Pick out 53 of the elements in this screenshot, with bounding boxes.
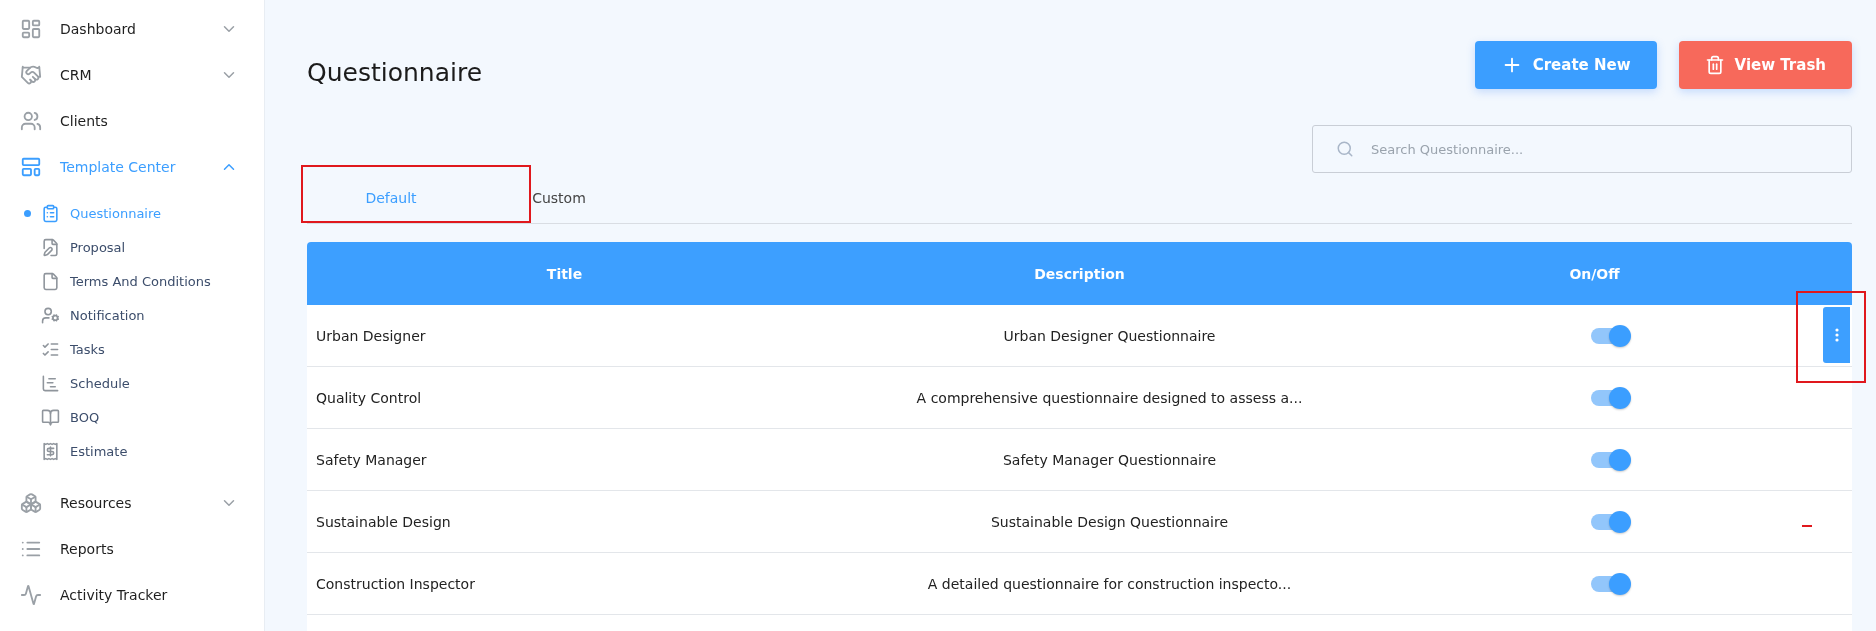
sidebar-item[interactable]: Clients bbox=[0, 98, 264, 144]
sidebar-subitem[interactable]: Estimate bbox=[0, 434, 264, 468]
table-cell-text: Safety Manager bbox=[315, 451, 428, 468]
toggle-thumb[interactable] bbox=[1608, 572, 1631, 595]
clipboard-icon bbox=[41, 203, 60, 223]
receipt-icon bbox=[41, 441, 60, 461]
search-field[interactable]: Search Questionnaire... bbox=[1312, 125, 1852, 173]
document-icon bbox=[41, 271, 60, 291]
toggle-thumb[interactable] bbox=[1608, 510, 1631, 533]
layout-icon bbox=[20, 156, 42, 178]
table-cell: A comprehensive questionnaire designed to assess a... bbox=[916, 389, 1303, 406]
gantt-icon bbox=[41, 373, 60, 393]
table-cell: Safety Manager Questionnaire bbox=[1002, 451, 1217, 468]
sidebar-item[interactable]: Dashboard bbox=[0, 6, 264, 52]
boxes-icon bbox=[20, 492, 42, 514]
sidebar-item[interactable]: Activity Tracker bbox=[0, 572, 264, 618]
dash-mark bbox=[1802, 525, 1812, 527]
handshake-icon bbox=[20, 64, 42, 86]
sidebar-item[interactable]: Resources bbox=[0, 480, 264, 526]
tab[interactable]: Custom bbox=[475, 175, 643, 223]
active-dot-icon bbox=[24, 209, 31, 217]
kebab-icon bbox=[1834, 328, 1839, 342]
table-cell-text: Sustainable Design bbox=[315, 513, 452, 530]
table-cell: A detailed questionnaire for construction inspecto... bbox=[927, 575, 1292, 592]
pen-document-icon bbox=[41, 237, 60, 257]
toggle-thumb[interactable] bbox=[1608, 448, 1631, 471]
table-cell: Urban Designer Questionnaire bbox=[1003, 327, 1216, 344]
book-icon bbox=[41, 407, 60, 427]
column-header: Description bbox=[1033, 265, 1126, 282]
people-icon bbox=[20, 110, 42, 132]
sidebar-item[interactable]: CRM bbox=[0, 52, 264, 98]
table-cell-text: Construction Inspector bbox=[315, 575, 476, 592]
table-cell: Sustainable Design Questionnaire bbox=[990, 513, 1229, 530]
sidebar-item[interactable]: Reports bbox=[0, 526, 264, 572]
table-cell-text: Urban Designer bbox=[315, 327, 427, 344]
grid-icon bbox=[20, 18, 42, 40]
column-header: On/Off bbox=[1568, 265, 1621, 282]
pulse-icon bbox=[20, 584, 42, 606]
sidebar-subitem[interactable]: Schedule bbox=[0, 366, 264, 400]
trash-icon bbox=[1704, 55, 1725, 75]
sidebar-subitem[interactable]: BOQ bbox=[0, 400, 264, 434]
sidebar-subitem[interactable]: Proposal bbox=[0, 230, 264, 264]
sidebar-subitem[interactable]: Terms And Conditions bbox=[0, 264, 264, 298]
more-button[interactable] bbox=[1823, 307, 1850, 363]
search-icon bbox=[1336, 140, 1354, 158]
column-header: Title bbox=[545, 265, 584, 282]
page-title: Questionnaire bbox=[307, 58, 483, 87]
table-cell-text: Quality Control bbox=[315, 389, 423, 406]
toggle-thumb[interactable] bbox=[1608, 386, 1631, 409]
toggle-thumb[interactable] bbox=[1608, 324, 1631, 347]
sidebar-subitem[interactable]: Notification bbox=[0, 298, 264, 332]
sidebar-subitem[interactable]: Tasks bbox=[0, 332, 264, 366]
user-gear-icon bbox=[41, 305, 60, 325]
